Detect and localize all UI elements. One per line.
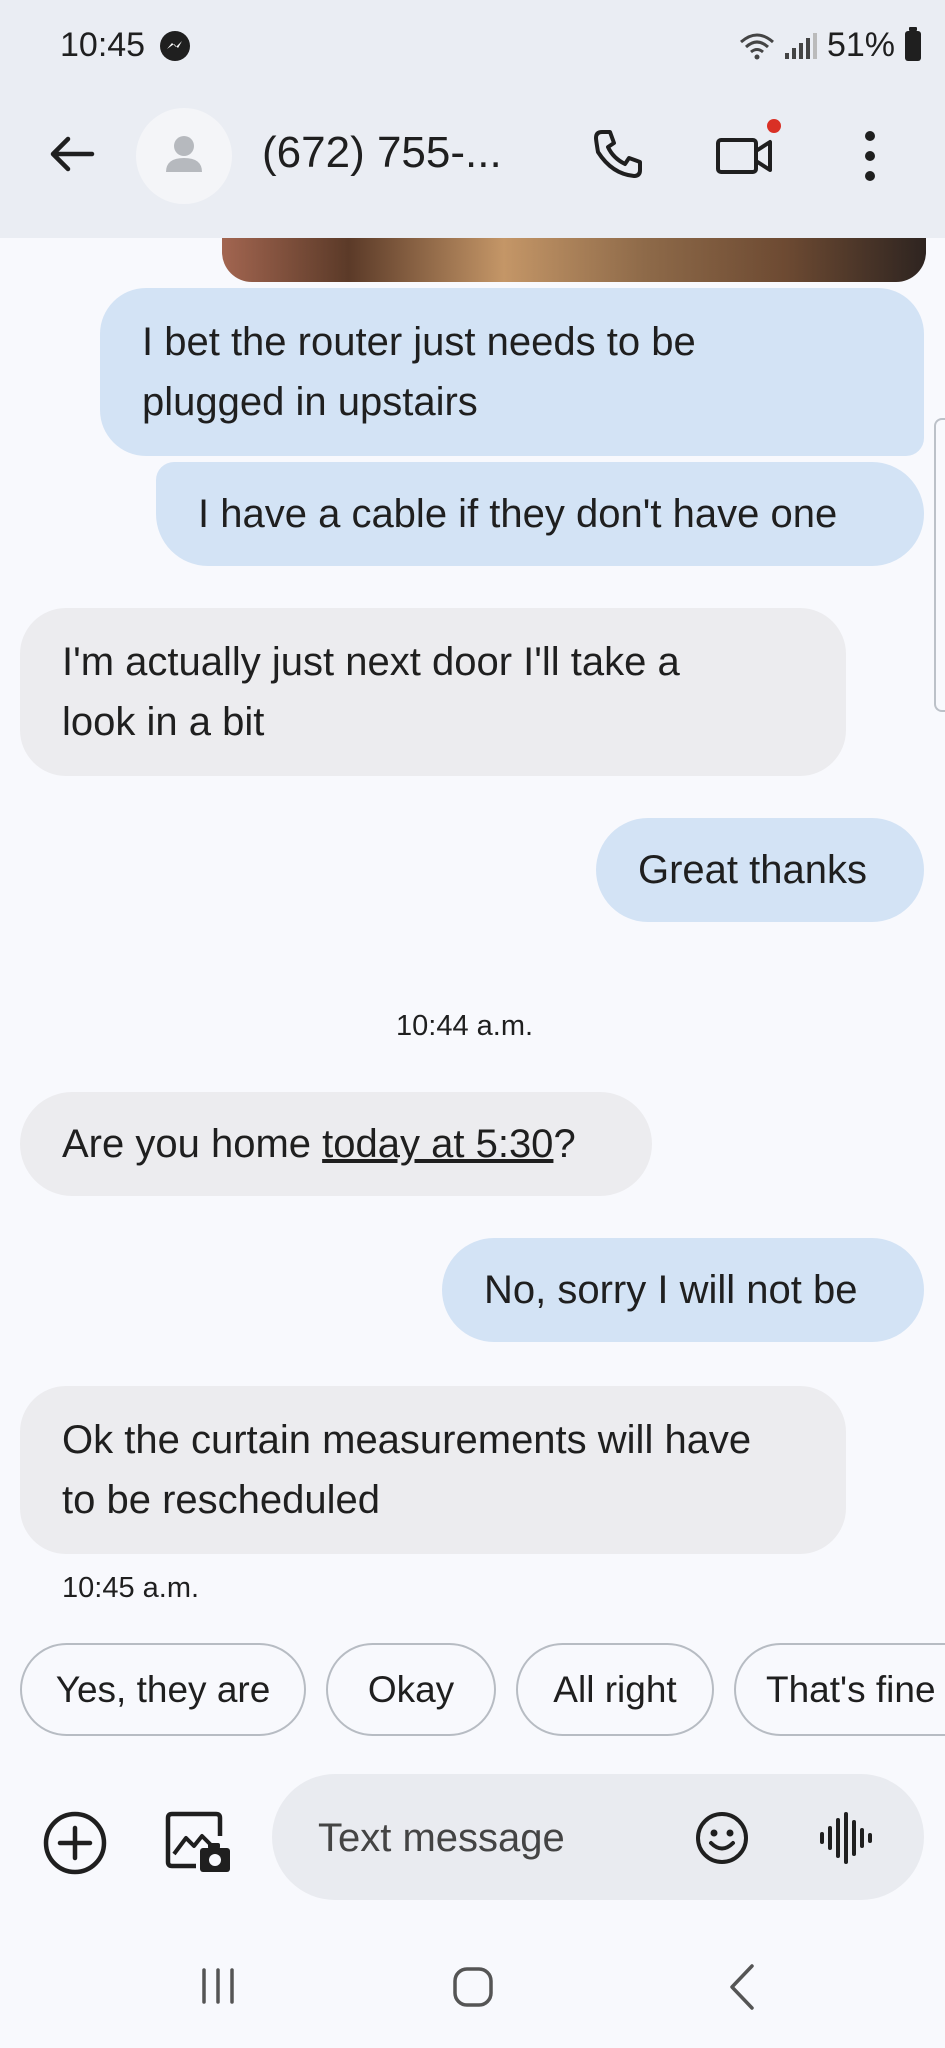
recent-apps-button[interactable] [196, 1966, 240, 2006]
battery-percent: 51% [826, 26, 895, 64]
message-bubble-outgoing[interactable]: No, sorry I will not be [442, 1238, 924, 1342]
call-button[interactable] [590, 126, 646, 182]
status-icons: 51% [739, 26, 921, 65]
message-text: No, sorry I will not be [484, 1268, 858, 1312]
gallery-icon [165, 1811, 230, 1872]
message-timestamp: 10:45 a.m. [62, 1572, 200, 1604]
video-call-button[interactable] [712, 118, 782, 188]
message-bubble-outgoing[interactable]: I have a cable if they don't have one [156, 462, 924, 566]
text-message-input[interactable] [316, 1774, 680, 1902]
message-bubble-outgoing[interactable]: I bet the router just needs to be plugge… [100, 288, 924, 456]
contact-name[interactable]: (672) 755-... [262, 128, 502, 178]
smart-reply-chip[interactable]: All right [516, 1643, 714, 1736]
signal-icon [784, 32, 817, 59]
smart-reply-chip[interactable]: Okay [326, 1643, 496, 1736]
recent-apps-icon [202, 1968, 234, 2004]
arrow-left-icon [50, 136, 95, 172]
top-bar: 10:45 51% (672) 755-... [0, 0, 945, 238]
home-button[interactable] [452, 1966, 494, 2008]
contact-avatar[interactable] [136, 108, 232, 204]
wifi-icon [739, 33, 774, 59]
back-button[interactable] [44, 126, 100, 182]
timestamp-divider: 10:44 a.m. [396, 1010, 534, 1042]
add-circle-icon [43, 1811, 107, 1875]
image-attachment[interactable] [222, 238, 926, 282]
battery-icon [905, 26, 921, 61]
smart-reply-chip[interactable]: That's fine [734, 1643, 945, 1736]
voice-message-button[interactable] [816, 1808, 876, 1868]
gallery-button[interactable] [162, 1806, 234, 1878]
message-text: I bet the router just needs to be [142, 320, 696, 364]
message-bubble-incoming[interactable]: Ok the curtain measurements will have to… [20, 1386, 846, 1554]
video-camera-icon [716, 119, 781, 174]
emoji-icon [696, 1812, 748, 1864]
add-attachment-button[interactable] [40, 1808, 110, 1878]
message-text: I'm actually just next door I'll take a [62, 640, 680, 684]
compose-field[interactable] [272, 1774, 924, 1902]
emoji-button[interactable] [694, 1810, 750, 1866]
smart-reply-chip[interactable]: Yes, they are [20, 1643, 306, 1736]
message-bubble-outgoing[interactable]: Great thanks [596, 818, 924, 922]
message-text: I have a cable if they don't have one [198, 492, 838, 536]
message-text: ? [553, 1122, 576, 1166]
message-text: Great thanks [638, 848, 868, 892]
messenger-notification-icon [160, 31, 190, 61]
scrollbar[interactable] [934, 418, 945, 712]
status-time: 10:45 [60, 26, 146, 64]
person-icon [166, 136, 202, 172]
message-text: Ok the curtain measurements will have [62, 1418, 752, 1462]
nav-back-button[interactable] [724, 1962, 760, 2012]
message-text: Are you home [62, 1122, 323, 1166]
message-text: to be rescheduled [62, 1478, 381, 1522]
notification-dot [767, 119, 781, 133]
message-bubble-incoming[interactable]: I'm actually just next door I'll take a … [20, 608, 846, 776]
phone-icon [594, 130, 642, 178]
more-vert-icon [865, 131, 875, 181]
message-bubble-incoming[interactable]: Are you home today at 5:30? [20, 1092, 652, 1196]
message-text: look in a bit [62, 700, 265, 744]
date-time-link[interactable]: today at 5:30 [322, 1122, 553, 1166]
home-icon [453, 1967, 493, 2007]
chevron-left-icon [730, 1964, 754, 2010]
more-options-button[interactable] [852, 126, 888, 186]
message-text: plugged in upstairs [142, 380, 478, 424]
voice-waveform-icon [820, 1812, 872, 1864]
